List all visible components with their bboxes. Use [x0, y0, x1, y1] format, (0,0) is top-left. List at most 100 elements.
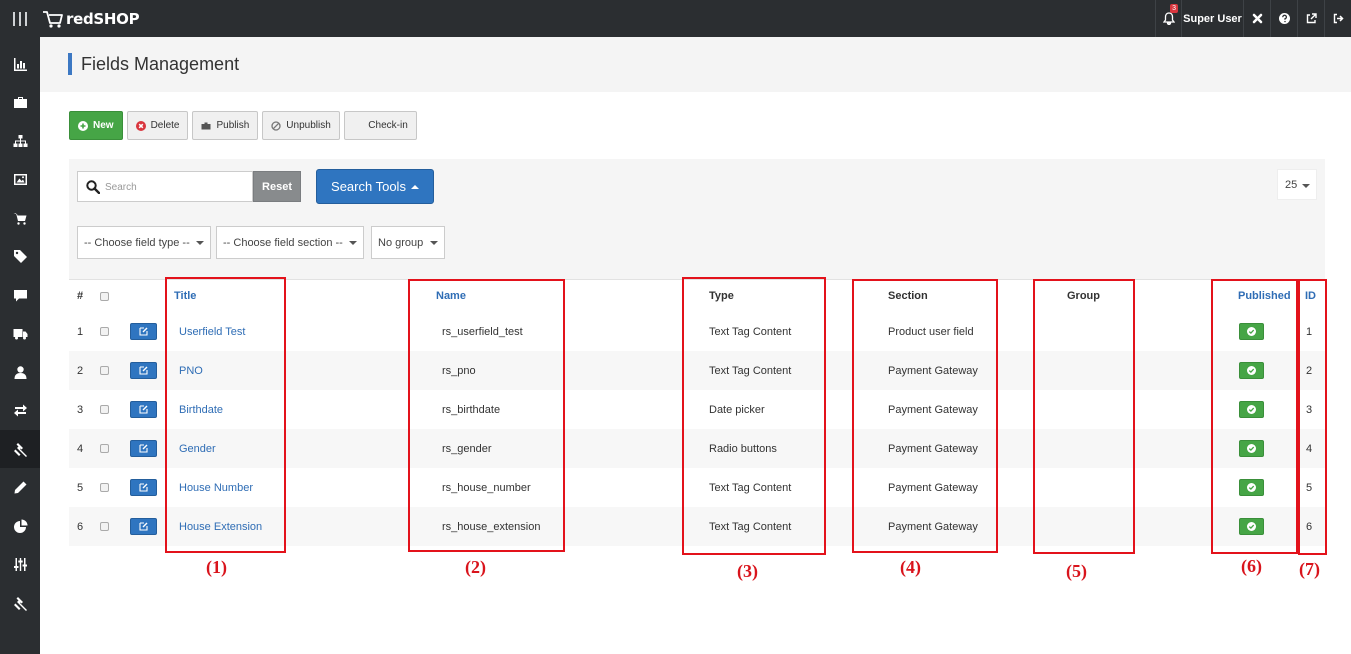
- exchange-icon: [13, 404, 27, 416]
- annotation-label-7: (7): [1299, 559, 1320, 579]
- annotation-box-id: [1298, 279, 1327, 555]
- app-logo[interactable]: redSHOP: [42, 6, 140, 32]
- list-limit-select[interactable]: 25: [1277, 169, 1317, 200]
- sidebar-item-orders[interactable]: [0, 199, 40, 237]
- sidebar-item-templates[interactable]: [0, 468, 40, 506]
- delete-button[interactable]: Delete: [126, 111, 189, 140]
- row-num: 3: [77, 403, 84, 416]
- unpublish-button[interactable]: Unpublish: [262, 111, 340, 140]
- field-section-value: -- Choose field section --: [223, 236, 343, 249]
- select-all-checkbox[interactable]: [100, 291, 109, 301]
- search-tools-label: Search Tools: [331, 179, 406, 194]
- sidebar-item-customization[interactable]: [0, 430, 40, 468]
- row-checkbox-cell: [100, 312, 109, 351]
- row-num: 5: [77, 481, 84, 494]
- publish-button[interactable]: Publish: [192, 111, 259, 140]
- sidebar-item-statistics[interactable]: [0, 507, 40, 545]
- comment-icon: [13, 289, 27, 301]
- user-menu[interactable]: Super User: [1181, 0, 1243, 37]
- sidebar-item-configuration[interactable]: [0, 545, 40, 583]
- image-icon: [13, 173, 27, 185]
- search-tools-button[interactable]: Search Tools: [316, 169, 434, 204]
- tag-icon: [13, 249, 27, 263]
- checkin-button[interactable]: Check-in: [343, 111, 417, 140]
- annotation-box-name: [408, 279, 565, 552]
- help-button[interactable]: [1270, 0, 1297, 37]
- caret-down-icon: [430, 241, 438, 245]
- menu-toggle-icon[interactable]: [0, 0, 40, 37]
- edit-button[interactable]: [130, 479, 157, 496]
- search-icon: [86, 180, 100, 194]
- row-checkbox[interactable]: [100, 366, 109, 375]
- edit-icon: [139, 444, 148, 453]
- search-input[interactable]: [105, 178, 245, 196]
- publish-button-label: Publish: [216, 120, 250, 131]
- top-right-menu: 3 Super User: [1155, 0, 1351, 37]
- sidebar-item-categories[interactable]: [0, 122, 40, 160]
- edit-button[interactable]: [130, 362, 157, 379]
- field-type-select[interactable]: -- Choose field type --: [77, 226, 211, 259]
- app-logo-text: redSHOP: [66, 10, 140, 28]
- row-checkbox[interactable]: [100, 483, 109, 492]
- header-num: #: [77, 290, 84, 302]
- cart-logo-icon: [43, 11, 63, 28]
- group-select[interactable]: No group: [371, 226, 445, 259]
- logout-icon: [1333, 13, 1344, 24]
- edit-icon: [139, 405, 148, 414]
- sidebar-item-import-export[interactable]: [0, 391, 40, 429]
- new-button[interactable]: New: [69, 111, 123, 140]
- edit-icon: [139, 483, 148, 492]
- reset-button[interactable]: Reset: [253, 171, 301, 202]
- unpublish-button-label: Unpublish: [286, 120, 331, 131]
- joomla-icon: [1252, 13, 1262, 24]
- gavel-icon: [13, 442, 27, 457]
- logout-button[interactable]: [1324, 0, 1351, 37]
- edit-button[interactable]: [130, 440, 157, 457]
- edit-icon: [139, 366, 148, 375]
- annotation-box-title: [165, 277, 286, 553]
- sidebar-item-discounts[interactable]: [0, 237, 40, 275]
- search-box: [77, 171, 253, 202]
- joomla-button[interactable]: [1243, 0, 1270, 37]
- row-checkbox[interactable]: [100, 444, 109, 453]
- row-checkbox[interactable]: [100, 405, 109, 414]
- row-checkbox-cell: [100, 351, 109, 390]
- row-checkbox[interactable]: [100, 327, 109, 336]
- annotation-box-type: [682, 277, 826, 555]
- notifications-button[interactable]: 3: [1155, 0, 1181, 37]
- sidebar-item-communication[interactable]: [0, 276, 40, 314]
- sidebar-item-dashboard[interactable]: [0, 45, 40, 83]
- pencil-icon: [14, 481, 26, 493]
- unpublish-ban-icon: [271, 120, 281, 131]
- row-num: 1: [77, 325, 84, 338]
- sidebar-item-tools[interactable]: [0, 584, 40, 622]
- annotation-label-2: (2): [465, 557, 486, 577]
- edit-button[interactable]: [130, 401, 157, 418]
- edit-button[interactable]: [130, 518, 157, 535]
- sidebar-item-shop[interactable]: [0, 83, 40, 121]
- sidebar-item-users[interactable]: [0, 353, 40, 391]
- gavel-icon: [13, 596, 27, 611]
- edit-cell: [130, 468, 157, 507]
- annotation-label-1: (1): [206, 557, 227, 577]
- checkin-button-label: Check-in: [368, 120, 408, 131]
- row-num: 6: [77, 520, 84, 533]
- sidebar-item-media[interactable]: [0, 160, 40, 198]
- toolbar: New Delete Publish Unpublish Check-in: [69, 111, 421, 140]
- field-section-select[interactable]: -- Choose field section --: [216, 226, 364, 259]
- select-all-checkbox-cell: [100, 280, 109, 312]
- truck-icon: [13, 328, 27, 339]
- edit-cell: [130, 390, 157, 429]
- preview-site-button[interactable]: [1297, 0, 1324, 37]
- filter-bar: Reset Search Tools 25 -- Choose field ty…: [69, 159, 1325, 279]
- row-checkbox[interactable]: [100, 522, 109, 531]
- group-value: No group: [378, 236, 424, 249]
- edit-cell: [130, 507, 157, 546]
- help-icon: [1278, 13, 1290, 24]
- pie-chart-icon: [13, 519, 27, 533]
- sidebar: [0, 37, 40, 654]
- row-num: 2: [77, 364, 84, 377]
- caret-down-icon: [349, 241, 357, 245]
- sidebar-item-shipping[interactable]: [0, 314, 40, 352]
- edit-button[interactable]: [130, 323, 157, 340]
